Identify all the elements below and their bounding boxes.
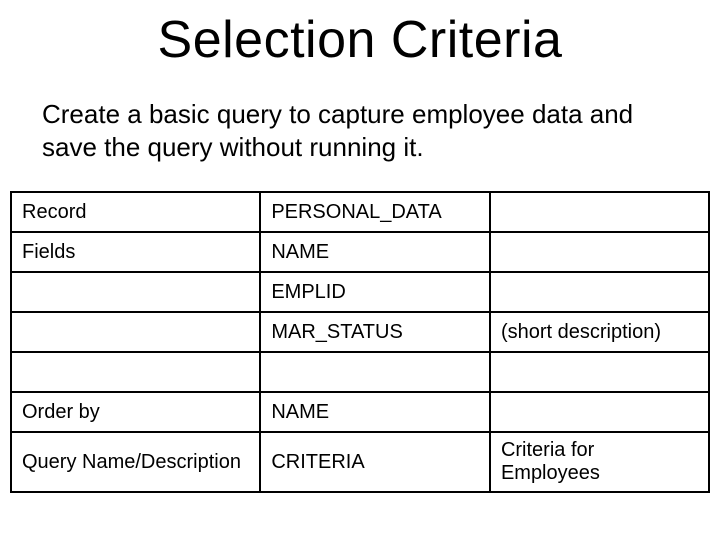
cell-label	[11, 352, 260, 392]
cell-value	[260, 352, 490, 392]
cell-label: Order by	[11, 392, 260, 432]
cell-value: NAME	[260, 232, 490, 272]
table-row: Record PERSONAL_DATA	[11, 192, 709, 232]
table-row	[11, 352, 709, 392]
table-row: MAR_STATUS (short description)	[11, 312, 709, 352]
cell-note: (short description)	[490, 312, 709, 352]
cell-label	[11, 272, 260, 312]
table-row: Query Name/Description CRITERIA Criteria…	[11, 432, 709, 492]
cell-label	[11, 312, 260, 352]
cell-value: EMPLID	[260, 272, 490, 312]
cell-note	[490, 192, 709, 232]
cell-value: MAR_STATUS	[260, 312, 490, 352]
cell-note	[490, 232, 709, 272]
cell-label: Fields	[11, 232, 260, 272]
cell-note	[490, 272, 709, 312]
cell-label: Record	[11, 192, 260, 232]
table-row: Fields NAME	[11, 232, 709, 272]
slide-title: Selection Criteria	[0, 10, 720, 70]
cell-value: NAME	[260, 392, 490, 432]
cell-value: PERSONAL_DATA	[260, 192, 490, 232]
criteria-table: Record PERSONAL_DATA Fields NAME EMPLID …	[10, 191, 710, 493]
cell-note	[490, 392, 709, 432]
cell-note	[490, 352, 709, 392]
cell-note: Criteria for Employees	[490, 432, 709, 492]
cell-value: CRITERIA	[260, 432, 490, 492]
table-row: EMPLID	[11, 272, 709, 312]
table-row: Order by NAME	[11, 392, 709, 432]
slide-description: Create a basic query to capture employee…	[42, 98, 678, 163]
cell-label: Query Name/Description	[11, 432, 260, 492]
